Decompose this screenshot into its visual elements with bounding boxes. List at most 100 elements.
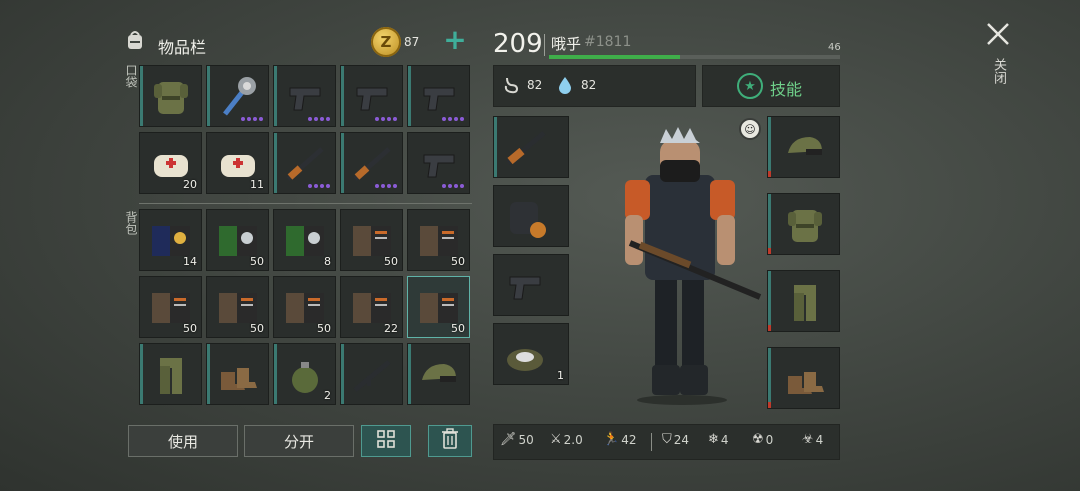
inventory-slot[interactable]: 22 [340,276,403,338]
stat-cold: ❄ 4 [708,432,729,447]
item-count: 11 [250,178,264,191]
attack-speed-icon: ⚔ [550,432,562,447]
rarity-dot [259,117,263,121]
rarity-dot [454,117,458,121]
inventory-slot[interactable] [206,343,269,405]
use-button[interactable]: 使用 [128,425,238,457]
emote-button[interactable]: ☺ [739,118,761,140]
stat-value: 2.0 [563,432,583,447]
rarity-dot [320,117,324,121]
shotgun-icon [349,141,395,187]
inventory-slot[interactable] [206,65,269,127]
durability-bar [494,117,497,177]
inventory-slot[interactable]: 50 [407,209,470,271]
stats-divider [651,433,652,451]
add-coins-button[interactable]: + [443,26,467,54]
pistol-icon [416,74,462,120]
backpack-icon [123,28,147,52]
durability-low-marker [768,248,771,254]
armor-slot[interactable] [767,347,840,409]
rarity-dot [393,184,397,188]
trash-button[interactable] [428,425,472,457]
item-count: 50 [183,322,197,335]
inventory-slot[interactable] [273,132,336,194]
item-count: 50 [250,255,264,268]
inventory-slot[interactable]: 50 [273,276,336,338]
item-count: 1 [557,369,564,382]
inventory-slot[interactable] [340,343,403,405]
inventory-slot[interactable] [493,185,569,247]
rarity-dot [308,184,312,188]
emote-icon: ☺ [744,122,756,136]
pistol-icon [349,74,395,120]
skills-label: 技能 [770,80,803,99]
rarity-dot [375,184,379,188]
item-count: 50 [384,255,398,268]
durability-bar [341,133,344,193]
durability-bar [274,66,277,126]
armor-icon: ⛉ [662,432,672,447]
inventory-slot[interactable]: 50 [139,276,202,338]
inventory-slot[interactable]: 20 [139,132,202,194]
rarity-dot [454,184,458,188]
run-icon: 🏃 [603,432,620,447]
stomach-icon [502,76,520,98]
durability-bar [341,66,344,126]
radiation-icon: ☢ [752,432,764,447]
melee-icon: 🗡 [500,432,517,447]
inventory-slot[interactable]: 50 [206,209,269,271]
character-model[interactable] [600,125,765,405]
xp-value: 46 [828,42,841,53]
pockets-label: 口袋 [124,64,138,88]
inventory-slot[interactable] [139,65,202,127]
sort-grid-button[interactable] [361,425,411,457]
rarity-dot [375,117,379,121]
inventory-slot[interactable] [340,65,403,127]
inventory-slot[interactable] [139,343,202,405]
inventory-slot[interactable] [273,65,336,127]
stat-value: 42 [621,432,637,447]
inventory-slot[interactable]: 50 [340,209,403,271]
inventory-slot[interactable]: 14 [139,209,202,271]
rarity-dots [308,184,330,188]
rarity-dot [314,117,318,121]
armor-slot[interactable] [767,193,840,255]
rarity-dots [375,184,397,188]
durability-low-marker [768,325,771,331]
inventory-slot[interactable] [407,343,470,405]
xp-bar [549,55,840,59]
coin-icon: Z [371,27,401,57]
close-button[interactable] [984,20,1012,48]
boots-icon [782,356,828,406]
inventory-slot[interactable]: 50 [206,276,269,338]
inventory-slot[interactable]: 11 [206,132,269,194]
grid-icon [376,429,396,453]
split-button[interactable]: 分开 [244,425,354,457]
rarity-dot [460,117,464,121]
durability-low-marker [768,171,771,177]
rarity-dot [308,117,312,121]
armor-slot[interactable] [767,116,840,178]
item-count: 50 [451,322,465,335]
close-label[interactable]: 关闭 [989,58,1008,84]
inventory-slot[interactable] [493,254,569,316]
inventory-slot[interactable] [407,132,470,194]
durability-bar [140,66,143,126]
inventory-slot[interactable] [493,116,569,178]
inventory-slot[interactable]: 50 [407,276,470,338]
inventory-slot[interactable]: 2 [273,343,336,405]
inventory-slot[interactable]: 8 [273,209,336,271]
inventory-slot[interactable]: 1 [493,323,569,385]
stat-attack-speed: ⚔ 2.0 [550,432,583,447]
inventory-slot[interactable] [407,65,470,127]
rarity-dot [381,184,385,188]
rarity-dots [442,117,464,121]
durability-bar [274,344,277,404]
durability-bar [768,348,771,408]
player-level: 209 [493,29,543,59]
item-count: 50 [250,322,264,335]
armor-slot[interactable] [767,270,840,332]
rarity-dot [326,184,330,188]
assault-rifle-icon [349,352,395,398]
inventory-slot[interactable] [340,132,403,194]
